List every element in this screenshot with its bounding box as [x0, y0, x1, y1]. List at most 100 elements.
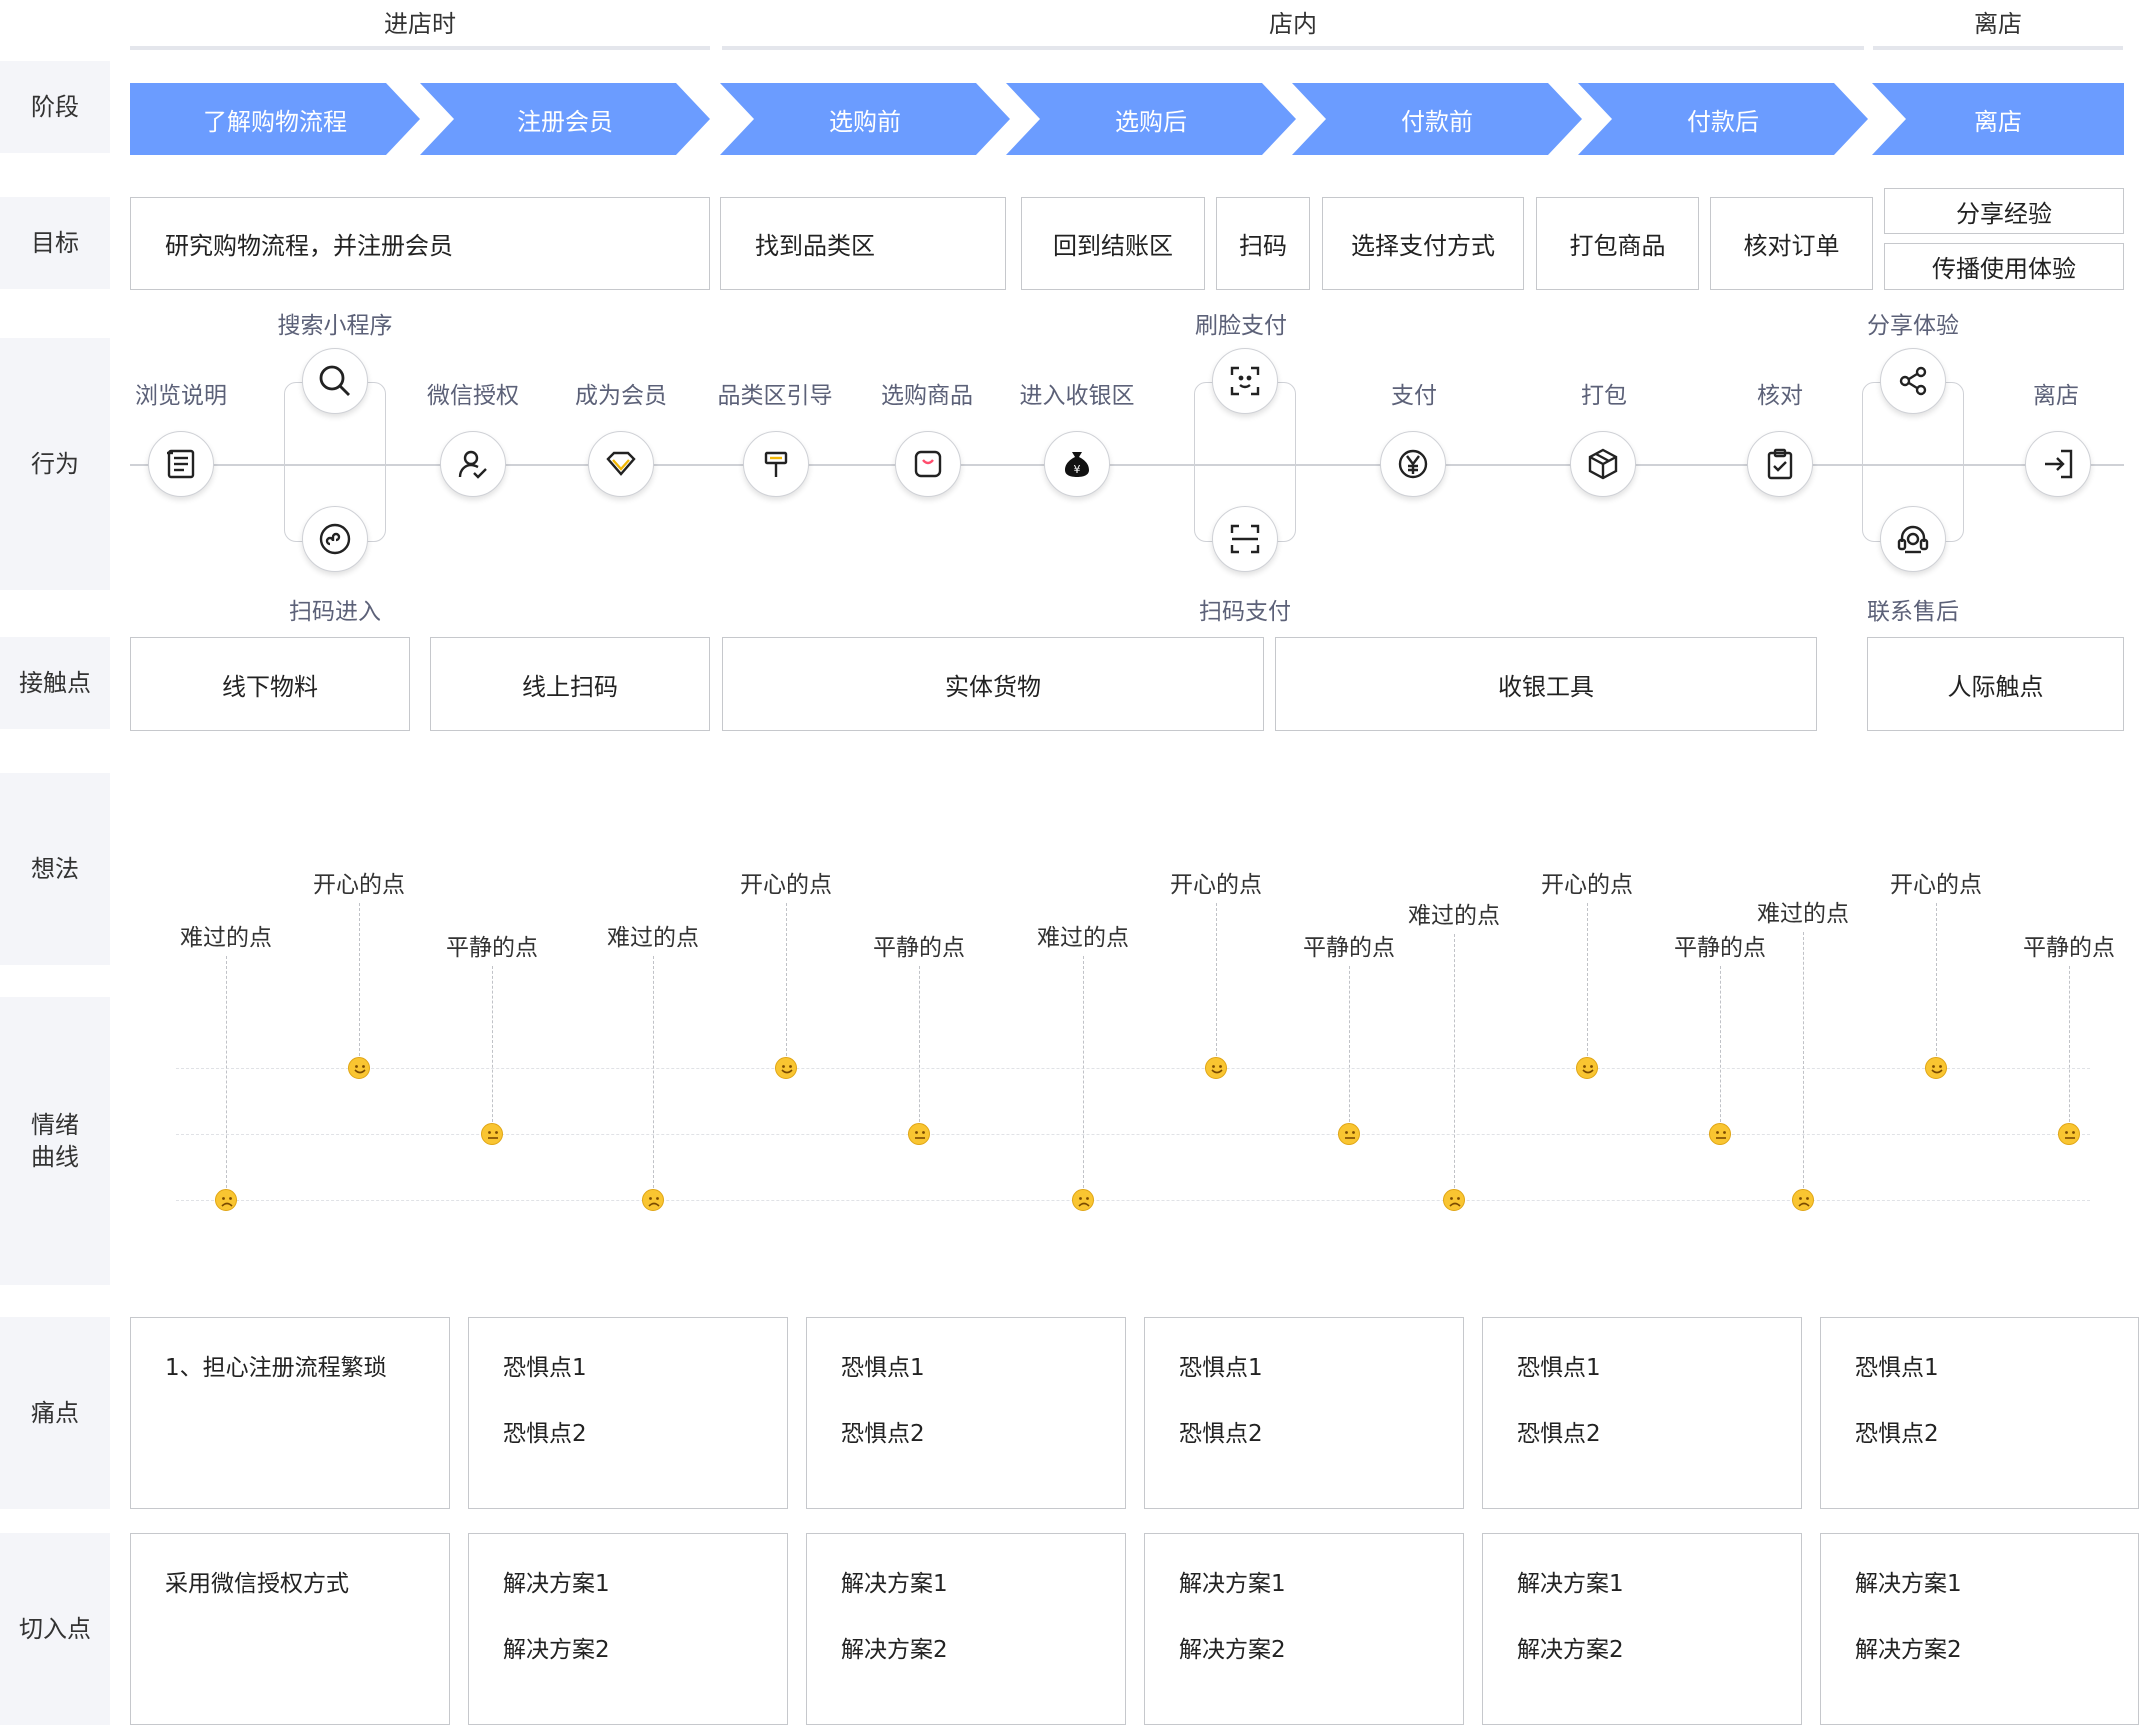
action-label: 扫码进入 — [289, 599, 381, 625]
pain-card-line: 恐惧点1 — [1855, 1355, 1939, 1381]
stage-label: 付款前 — [1401, 107, 1473, 136]
sad-face-icon — [1792, 1189, 1814, 1211]
stage-chevron: 付款前 — [1292, 83, 1582, 155]
pain-card: 恐惧点1 恐惧点2 — [1820, 1317, 2139, 1509]
stage-label: 付款后 — [1687, 107, 1759, 136]
shopping-bag-icon — [895, 431, 961, 497]
action-label: 浏览说明 — [135, 383, 227, 409]
goal-box: 回到结账区 — [1021, 197, 1205, 290]
entry-card: 解决方案1 解决方案2 — [468, 1533, 788, 1725]
entry-card-line: 采用微信授权方式 — [165, 1571, 349, 1597]
pain-card-line: 恐惧点2 — [1179, 1421, 1263, 1447]
pain-card: 1、担心注册流程繁琐 — [130, 1317, 450, 1509]
goal-box: 传播使用体验 — [1884, 243, 2124, 290]
document-icon — [148, 431, 214, 497]
stage-chevron: 注册会员 — [420, 83, 710, 155]
svg-text:¥: ¥ — [1074, 463, 1081, 476]
happy-face-icon — [1925, 1057, 1947, 1079]
entry-card-line: 解决方案1 — [1517, 1571, 1624, 1597]
headset-icon — [1880, 506, 1946, 572]
goal-text: 打包商品 — [1569, 232, 1666, 260]
entry-card-line: 解决方案2 — [841, 1637, 948, 1663]
touchpoint-box: 人际触点 — [1867, 637, 2124, 731]
entry-card: 采用微信授权方式 — [130, 1533, 450, 1725]
row-label-goal: 目标 — [0, 197, 110, 289]
goal-text: 核对订单 — [1743, 232, 1840, 260]
action-label: 成为会员 — [575, 383, 667, 409]
calm-face-icon — [908, 1123, 930, 1145]
diamond-icon — [588, 431, 654, 497]
stage-label: 选购后 — [1115, 107, 1187, 136]
happy-face-icon — [1205, 1057, 1227, 1079]
pain-card-line: 恐惧点2 — [503, 1421, 587, 1447]
sad-face-icon — [215, 1189, 237, 1211]
touchpoint-box: 线下物料 — [130, 637, 410, 731]
thought-stem — [786, 903, 787, 1056]
stage-chevron: 付款后 — [1578, 83, 1868, 155]
action-label: 刷脸支付 — [1195, 313, 1287, 339]
entry-card: 解决方案1 解决方案2 — [1144, 1533, 1464, 1725]
goal-text: 回到结账区 — [1053, 232, 1173, 260]
touchpoint-text: 人际触点 — [1947, 672, 2044, 701]
goal-text: 选择支付方式 — [1351, 232, 1495, 260]
thought-label: 平静的点 — [1674, 935, 1766, 961]
action-label: 选购商品 — [881, 383, 973, 409]
row-label-touchpoint: 接触点 — [0, 637, 110, 729]
thought-label: 难过的点 — [607, 925, 699, 951]
action-label: 扫码支付 — [1199, 599, 1291, 625]
user-check-icon — [440, 431, 506, 497]
entry-card-line: 解决方案2 — [1179, 1637, 1286, 1663]
search-icon — [302, 348, 368, 414]
scan-icon — [1212, 506, 1278, 572]
exit-icon — [2025, 431, 2091, 497]
entry-card-line: 解决方案1 — [1855, 1571, 1962, 1597]
thought-label: 开心的点 — [1890, 872, 1982, 898]
calm-face-icon — [1338, 1123, 1360, 1145]
row-label-pain: 痛点 — [0, 1317, 110, 1509]
action-label: 核对 — [1757, 383, 1803, 409]
stage-label: 选购前 — [829, 107, 901, 136]
thought-stem — [1803, 932, 1804, 1188]
row-label-emotion: 情绪曲线 — [0, 997, 110, 1285]
touchpoint-text: 线下物料 — [222, 672, 318, 701]
journey-connector — [130, 464, 2124, 466]
goal-box: 扫码 — [1216, 197, 1310, 290]
touchpoint-box: 线上扫码 — [430, 637, 710, 731]
pain-card: 恐惧点1 恐惧点2 — [468, 1317, 788, 1509]
thought-label: 开心的点 — [313, 872, 405, 898]
action-label: 联系售后 — [1867, 599, 1959, 625]
entry-card-line: 解决方案2 — [1517, 1637, 1624, 1663]
signpost-icon — [743, 431, 809, 497]
goal-box: 分享经验 — [1884, 188, 2124, 234]
thought-stem — [919, 966, 920, 1122]
thought-label: 开心的点 — [1541, 872, 1633, 898]
goal-text: 传播使用体验 — [1932, 255, 2076, 283]
calm-face-icon — [2058, 1123, 2080, 1145]
stage-chevron: 了解购物流程 — [130, 83, 420, 155]
pain-card-line: 恐惧点1 — [1179, 1355, 1263, 1381]
pain-card: 恐惧点1 恐惧点2 — [1482, 1317, 1802, 1509]
goal-box: 打包商品 — [1536, 197, 1699, 290]
stage-label: 了解购物流程 — [203, 107, 347, 136]
pain-card: 恐惧点1 恐惧点2 — [1144, 1317, 1464, 1509]
calm-face-icon — [1709, 1123, 1731, 1145]
thought-stem — [1936, 903, 1937, 1056]
row-label-thought: 想法 — [0, 773, 110, 965]
group-divider — [1873, 46, 2123, 50]
thought-stem — [1349, 966, 1350, 1122]
group-divider — [722, 46, 1864, 50]
action-label: 微信授权 — [427, 383, 519, 409]
stage-chevron: 离店 — [1872, 83, 2124, 155]
group-label-enter: 进店时 — [384, 10, 456, 38]
thought-label: 平静的点 — [446, 935, 538, 961]
thought-stem — [1587, 903, 1588, 1056]
pain-card-line: 恐惧点2 — [1517, 1421, 1601, 1447]
yen-icon — [1380, 431, 1446, 497]
touchpoint-box: 实体货物 — [722, 637, 1264, 731]
action-label: 搜索小程序 — [277, 313, 393, 339]
stage-label: 注册会员 — [517, 107, 613, 136]
thought-label: 开心的点 — [740, 872, 832, 898]
thought-stem — [492, 966, 493, 1122]
pain-card-line: 恐惧点1 — [841, 1355, 925, 1381]
action-label: 离店 — [2033, 383, 2079, 409]
